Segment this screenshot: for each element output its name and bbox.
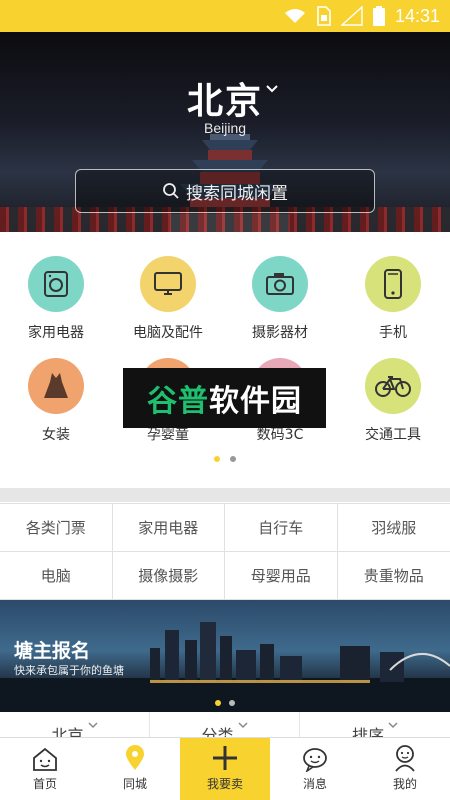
city-name[interactable]: 北京 [0, 72, 450, 124]
tag-tickets[interactable]: 各类门票 [0, 504, 113, 552]
bicycle-icon [365, 358, 421, 414]
city-hero: 北京 Beijing 搜索同城闲置 [0, 32, 450, 232]
category-womenswear[interactable]: 女装 [0, 358, 112, 444]
monitor-icon [140, 256, 196, 312]
phone-icon [365, 256, 421, 312]
chevron-down-icon [237, 722, 248, 729]
category-label: 电脑及配件 [133, 325, 203, 341]
watermark: 谷普 软件园 [123, 368, 326, 428]
chevron-down-icon[interactable] [266, 84, 278, 94]
category-label: 家用电器 [28, 325, 84, 341]
battery-icon [372, 6, 385, 26]
category-label: 摄影器材 [252, 325, 308, 341]
category-transport[interactable]: 交通工具 [337, 358, 449, 444]
watermark-part2: 软件园 [209, 384, 302, 419]
nav-label: 我的 [392, 777, 417, 791]
category-camera[interactable]: 摄影器材 [224, 256, 336, 342]
home-icon [33, 747, 57, 771]
tag-down-jacket[interactable]: 羽绒服 [337, 504, 450, 552]
nav-home[interactable]: 首页 [0, 738, 90, 800]
nav-messages[interactable]: 消息 [270, 738, 360, 800]
plus-icon [213, 746, 237, 770]
tag-camera[interactable]: 摄像摄影 [112, 552, 225, 600]
search-placeholder: 搜索同城闲置 [186, 183, 288, 204]
category-label: 女装 [42, 427, 70, 443]
banner-page-indicator [0, 700, 450, 706]
nav-local[interactable]: 同城 [90, 738, 180, 800]
category-label: 手机 [379, 325, 407, 341]
category-page-indicator [0, 456, 450, 462]
nav-label: 我要卖 [206, 777, 243, 791]
page-dot-active [214, 456, 220, 462]
sim-icon [317, 6, 331, 26]
banner-title: 塘主报名 [14, 640, 91, 662]
profile-icon [395, 745, 415, 772]
status-time: 14:31 [394, 5, 440, 26]
washing-machine-icon [28, 256, 84, 312]
message-icon [303, 748, 327, 772]
bottom-nav: 首页 同城 我要卖 消息 我的 [0, 737, 450, 800]
nav-sell[interactable]: 我要卖 [180, 738, 270, 800]
location-icon [126, 745, 144, 770]
category-phone[interactable]: 手机 [337, 256, 449, 342]
banner-subtitle: 快来承包属于你的鱼塘 [14, 664, 124, 677]
tag-computer[interactable]: 电脑 [0, 552, 113, 600]
dress-icon [28, 358, 84, 414]
category-appliances[interactable]: 家用电器 [0, 256, 112, 342]
category-label: 交通工具 [365, 427, 421, 443]
nav-label: 消息 [302, 777, 327, 791]
watermark-part1: 谷普 [147, 384, 209, 419]
hot-tags-grid: 各类门票 家用电器 自行车 羽绒服 电脑 摄像摄影 母婴用品 贵重物品 [0, 503, 450, 600]
tag-appliances[interactable]: 家用电器 [112, 504, 225, 552]
promo-banner[interactable]: 塘主报名 快来承包属于你的鱼塘 [0, 600, 450, 712]
search-box[interactable]: 搜索同城闲置 [75, 169, 375, 213]
chevron-down-icon [388, 722, 398, 729]
camera-icon [252, 256, 308, 312]
category-grid: 家用电器 电脑及配件 摄影器材 手机 女装 孕婴童 数码3C 交通工具 [0, 232, 450, 480]
nav-label: 同城 [122, 777, 147, 791]
page-dot [229, 700, 235, 706]
city-name-en: Beijing [203, 120, 247, 136]
tag-baby[interactable]: 母婴用品 [225, 552, 338, 600]
nav-profile[interactable]: 我的 [360, 738, 450, 800]
status-bar: 14:31 [0, 0, 450, 32]
category-computers[interactable]: 电脑及配件 [112, 256, 224, 342]
tag-valuables[interactable]: 贵重物品 [337, 552, 450, 600]
tag-bicycle[interactable]: 自行车 [225, 504, 338, 552]
wifi-icon [284, 9, 305, 23]
page-dot-active [215, 700, 221, 706]
nav-label: 首页 [32, 777, 57, 791]
section-divider [0, 488, 450, 502]
signal-icon [340, 6, 363, 26]
chevron-down-icon [87, 722, 98, 729]
page-dot [230, 456, 236, 462]
search-icon [163, 183, 179, 199]
